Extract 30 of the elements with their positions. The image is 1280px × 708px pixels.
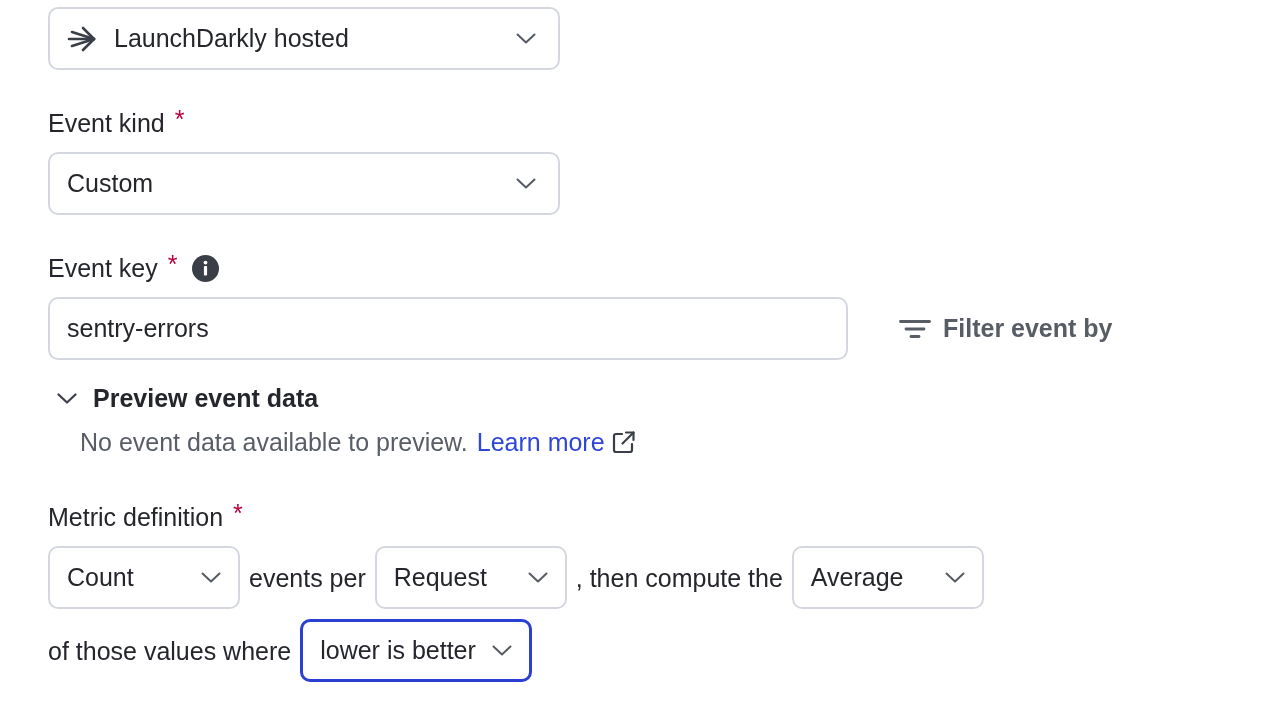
field-label: Metric definition — [48, 502, 224, 533]
chevron-down-icon — [944, 572, 965, 583]
required-mark: * — [167, 249, 178, 280]
dropdown[interactable]: Average — [791, 546, 984, 609]
dropdown[interactable]: Custom — [48, 152, 560, 215]
sentence-text: , then compute the — [575, 562, 783, 594]
arrow-icon — [67, 24, 97, 53]
field-label: Event key — [48, 253, 158, 284]
sentence-text: events per — [249, 562, 366, 594]
preview-toggle[interactable]: Preview event data — [57, 382, 319, 414]
learn-more-link[interactable]: Learn more — [476, 426, 636, 458]
chevron-down-icon — [491, 645, 512, 656]
filter-button[interactable]: Filter event by — [899, 309, 1113, 348]
chevron-down-icon — [516, 178, 536, 189]
dropdown[interactable]: Count — [48, 546, 240, 609]
chevron-down-icon — [527, 572, 548, 583]
chevron-down-icon — [516, 33, 536, 44]
dropdown[interactable]: LaunchDarkly hosted — [48, 7, 560, 70]
required-mark: * — [174, 104, 185, 135]
external-link-icon — [610, 429, 636, 455]
input-field[interactable]: sentry-errors — [48, 297, 848, 360]
chevron-down-icon — [201, 572, 221, 583]
field-label: Event kind — [48, 108, 165, 139]
required-mark: * — [233, 498, 243, 529]
help-text: No event data available to preview. — [80, 427, 468, 458]
sentence-text: of those values where — [48, 635, 292, 667]
dropdown[interactable]: Request — [374, 546, 567, 609]
dropdown[interactable]: lower is better — [300, 619, 532, 682]
filter-icon — [899, 319, 931, 338]
chevron-down-icon — [57, 392, 77, 404]
